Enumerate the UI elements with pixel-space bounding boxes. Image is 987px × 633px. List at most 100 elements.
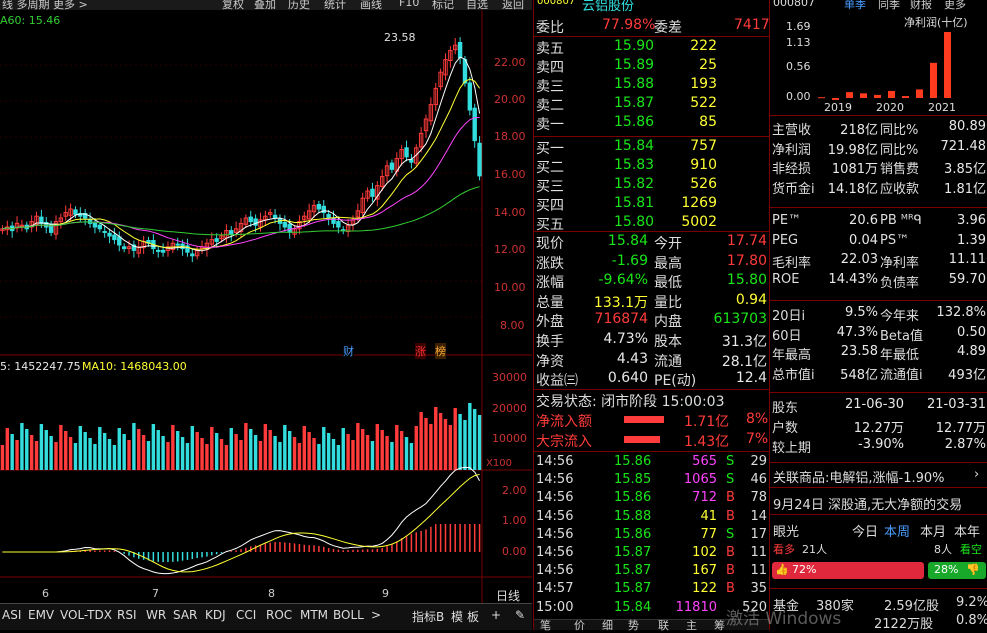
edit-tab-button[interactable]: ✎ (515, 608, 525, 622)
candle-body (156, 249, 161, 252)
period-label[interactable]: 日线 (496, 587, 520, 604)
toolbar-mark-button[interactable]: 标记 (432, 0, 454, 10)
ask-row[interactable]: 卖五 15.90 222 (534, 37, 769, 57)
tab-xi[interactable]: 细 (602, 617, 613, 633)
blocktrade-pct: 7% (746, 431, 769, 447)
fundamental-row: 主营收 218亿 同比% 80.89 (770, 118, 987, 138)
toolbar-overlay-button[interactable]: 叠加 (254, 0, 276, 10)
price-tick: 22.00 (494, 56, 526, 69)
tick-price: 15.86 (614, 454, 652, 469)
tab-bi[interactable]: 笔 (540, 617, 551, 633)
bear-label: 看空 (960, 543, 982, 556)
fundamental-row: 货币金i 14.18亿 应收款 1.81亿 (770, 177, 987, 197)
tab-template[interactable]: 模 (451, 608, 463, 625)
toolbar-draw-button[interactable]: 画线 (360, 0, 382, 10)
net-profit-bar (818, 97, 825, 99)
fundamental-label: Beta值 (880, 328, 923, 344)
ask-row[interactable]: 卖二 15.87 522 (534, 94, 769, 114)
tab-mtm[interactable]: MTM (300, 608, 328, 622)
volume-bar (468, 403, 472, 470)
vision-tab-week[interactable]: 本周 (884, 521, 910, 540)
bid-row[interactable]: 买四 15.81 1269 (534, 194, 769, 214)
thumb-down-icon: 👎 (966, 563, 980, 576)
holder-value: 12.77万 (935, 421, 986, 436)
tab-vol-tdx[interactable]: VOL-TDX (60, 608, 112, 622)
ask-volume: 193 (690, 76, 717, 92)
volume-bar (419, 412, 423, 470)
rise-flag[interactable]: 涨 (415, 343, 426, 359)
kline-svg[interactable] (0, 10, 532, 603)
ask-row[interactable]: 卖一 15.86 85 (534, 113, 769, 133)
toolbar-left-text[interactable]: 线 多周期 更多 > (2, 0, 88, 10)
tab-more[interactable]: 更多 (944, 0, 966, 12)
fundamentals-panel: 000807 单季 同季 财报 更多 净利润(十亿) 1.69 1.13 0.5… (726, 0, 987, 632)
tab-wr[interactable]: WR (146, 608, 166, 622)
toolbar-restore-button[interactable]: 复权 (222, 0, 244, 10)
vision-tab-month[interactable]: 本月 (920, 521, 946, 540)
candle-body (472, 107, 477, 142)
tick-side: B (726, 545, 735, 560)
add-tab-button[interactable]: + (491, 608, 501, 622)
tab-jia[interactable]: 价 (574, 617, 585, 633)
tab-rsi[interactable]: RSI (117, 608, 137, 622)
candle-body (112, 234, 117, 241)
tab-roc[interactable]: ROC (266, 608, 292, 622)
price-tick: 20.00 (494, 93, 526, 106)
tab-cci[interactable]: CCI (236, 608, 256, 622)
tick-row: 14:56 15.87 167 B 11 (534, 562, 769, 582)
toolbar-f10-button[interactable]: F10 (399, 0, 419, 9)
tab-asi[interactable]: ASI (2, 608, 21, 622)
tab-same-quarter[interactable]: 同季 (878, 0, 900, 12)
vision-tab-year[interactable]: 本年 (954, 521, 980, 540)
toolbar-stats-button[interactable]: 统计 (324, 0, 346, 10)
fundamental-label: PB ᴹᴿᑫ (880, 213, 922, 228)
bear-pct: 28% (934, 563, 959, 576)
volume-bar (429, 424, 433, 470)
fundamental-row: 净利润 19.98亿 同比% 721.48 (770, 138, 987, 158)
tab-chou[interactable]: 筹 (714, 617, 725, 633)
tab-emv[interactable]: EMV (28, 608, 54, 622)
volume-bar (29, 435, 34, 470)
ask-row[interactable]: 卖四 15.89 25 (534, 56, 769, 76)
tab-single-quarter[interactable]: 单季 (844, 0, 866, 12)
tab-more-arrow[interactable]: > (371, 608, 381, 622)
tab-kdj[interactable]: KDJ (205, 608, 226, 622)
ask-row[interactable]: 卖三 15.88 193 (534, 75, 769, 95)
tab-indicator-b[interactable]: 指标B (412, 608, 444, 625)
tab-boll[interactable]: BOLL (333, 608, 364, 622)
bid-row[interactable]: 买一 15.84 757 (534, 137, 769, 157)
fundamental-row: 60日 47.3% Beta值 0.50 (770, 324, 987, 344)
finance-flag[interactable]: 财 (343, 343, 354, 359)
tab-shi[interactable]: 势 (628, 617, 639, 633)
kline-chart-area[interactable]: A60: 15.46 23.58 22.00 20.00 18.00 16.00… (0, 10, 532, 630)
rank-flag[interactable]: 榜 (435, 343, 446, 359)
bear-bar[interactable]: 28% 👎 (928, 562, 986, 579)
news-row[interactable]: 9月24日 深股通,无大净额的交易 (770, 493, 987, 513)
fundamental-label: 货币金i (772, 181, 815, 197)
toolbar-watchlist-button[interactable]: 自选 (466, 0, 488, 10)
news-text[interactable]: 9月24日 深股通,无大净额的交易 (773, 494, 962, 513)
bid-row[interactable]: 买三 15.82 526 (534, 175, 769, 195)
month-label: 9 (382, 587, 389, 600)
candle-body (370, 188, 375, 197)
tick-price: 15.87 (614, 581, 652, 597)
toolbar-history-button[interactable]: 历史 (288, 0, 310, 10)
tab-board[interactable]: 板 (467, 608, 479, 625)
volume-bar (365, 435, 370, 470)
tab-lian[interactable]: 联 (658, 617, 669, 633)
bull-bar[interactable]: 👍 72% (772, 562, 924, 579)
vision-tab-today[interactable]: 今日 (852, 521, 878, 540)
fundamental-label: 销售费 (880, 162, 920, 177)
related-goods[interactable]: 关联商品:电解铝,涨幅-1.90% (773, 467, 945, 486)
bid-row[interactable]: 买二 15.83 910 (534, 156, 769, 176)
bid-row[interactable]: 买五 15.80 5002 (534, 213, 769, 233)
volume-ma10-label: MA10: 1468043.00 (82, 360, 187, 373)
blocktrade-value: 1.43亿 (684, 434, 730, 450)
fundamental-row: 非经损 1081万 销售费 3.85亿 (770, 157, 987, 177)
tab-sar[interactable]: SAR (173, 608, 197, 622)
related-goods-row[interactable]: 关联商品:电解铝,涨幅-1.90% › (770, 466, 987, 486)
bid-label: 买三 (536, 179, 564, 195)
toolbar-back-button[interactable]: 返回 (502, 0, 524, 10)
tab-zhu[interactable]: 主 (686, 617, 697, 633)
tab-financial-report[interactable]: 财报 (910, 0, 932, 12)
